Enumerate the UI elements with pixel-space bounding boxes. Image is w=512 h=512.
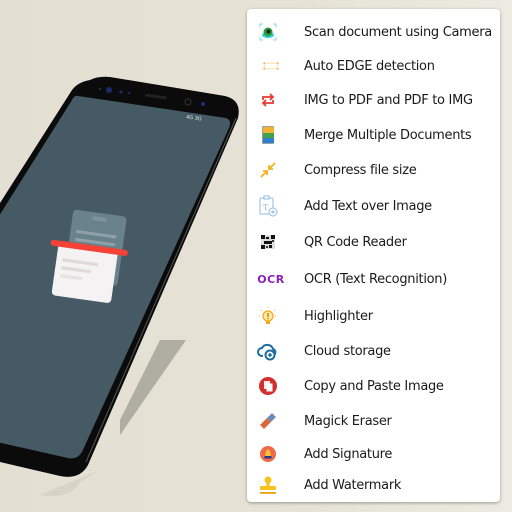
feature-item-signature: Add Signature	[247, 439, 500, 469]
feature-item-eraser: Magick Eraser	[247, 406, 500, 436]
edge-detection-icon	[257, 55, 279, 77]
feature-list: Scan document using Camera Auto EDGE det…	[247, 9, 500, 502]
feature-label: OCR (Text Recognition)	[304, 271, 447, 287]
feature-label: Cloud storage	[304, 343, 391, 359]
merge-documents-icon	[257, 124, 279, 146]
feature-item-img-pdf: IMG to PDF and PDF to IMG	[247, 85, 500, 115]
eraser-icon	[257, 410, 279, 432]
feature-label: Add Text over Image	[304, 198, 432, 214]
feature-label: Merge Multiple Documents	[304, 127, 472, 143]
feature-item-qr: QR Code Reader	[247, 227, 500, 257]
feature-label: Scan document using Camera	[304, 24, 492, 40]
feature-label: Highlighter	[304, 308, 373, 324]
feature-item-copy-paste: Copy and Paste Image	[247, 371, 500, 401]
feature-item-scan-camera: Scan document using Camera	[247, 17, 500, 47]
cloud-add-icon	[257, 340, 279, 362]
feature-item-highlighter: Highlighter	[247, 301, 500, 331]
feature-label: QR Code Reader	[304, 234, 407, 250]
feature-label: Auto EDGE detection	[304, 58, 435, 74]
feature-label: Magick Eraser	[304, 413, 392, 429]
add-text-icon: T	[257, 195, 279, 217]
feature-item-edge-detection: Auto EDGE detection	[247, 51, 500, 81]
stamp-icon	[257, 474, 279, 496]
feature-item-add-text: T Add Text over Image	[247, 191, 500, 221]
lightbulb-icon	[257, 305, 279, 327]
feature-item-watermark: Add Watermark	[247, 470, 500, 500]
phone-illustration: 4G 3G	[0, 0, 250, 512]
qr-code-icon	[257, 231, 279, 253]
feature-item-cloud: Cloud storage	[247, 336, 500, 366]
feature-label: IMG to PDF and PDF to IMG	[304, 92, 473, 108]
camera-scan-icon	[257, 21, 279, 43]
feature-label: Copy and Paste Image	[304, 378, 444, 394]
convert-arrows-icon	[257, 89, 279, 111]
feature-label: Add Watermark	[304, 477, 402, 493]
front-camera-icon	[106, 87, 112, 93]
feature-label: Compress file size	[304, 162, 417, 178]
copy-paste-icon	[257, 375, 279, 397]
ocr-icon: OCR	[257, 272, 285, 286]
compress-icon	[257, 159, 279, 181]
svg-text:T: T	[263, 203, 269, 212]
feature-item-ocr: OCR OCR (Text Recognition)	[247, 264, 500, 294]
feature-item-compress: Compress file size	[247, 155, 500, 185]
feature-item-merge: Merge Multiple Documents	[247, 120, 500, 150]
signature-pen-icon	[257, 443, 279, 465]
feature-label: Add Signature	[304, 446, 393, 462]
